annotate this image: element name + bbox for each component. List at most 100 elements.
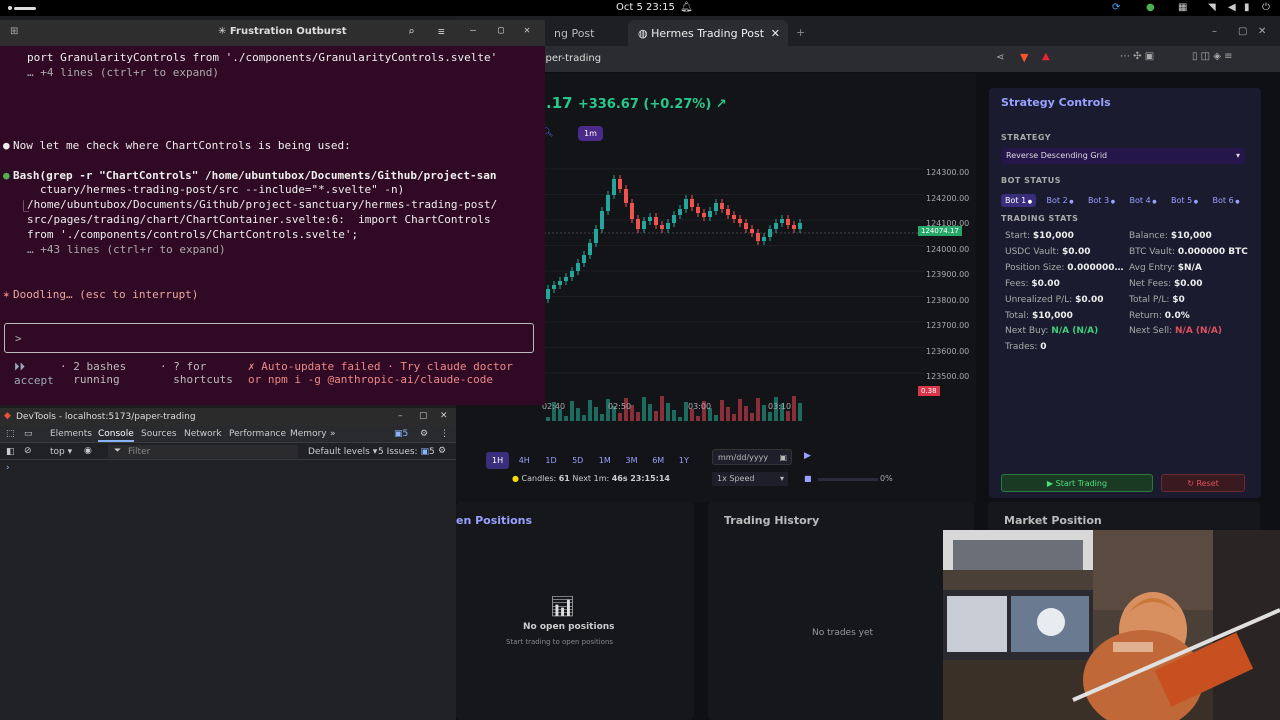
status-dot-icon: ● [512, 474, 519, 483]
clear-console-icon[interactable]: ⊘ [24, 446, 32, 456]
terminal-window[interactable]: ⊞ ✳ Frustration Outburst ⌕ ≡ – ▢ ✕ port … [0, 20, 545, 405]
timeframe-button[interactable]: 3M [620, 452, 644, 469]
volume-bar [654, 411, 658, 421]
speed-select[interactable]: 1x Speed ▾ [712, 472, 788, 486]
volume-bar [564, 416, 568, 421]
bot-tab[interactable]: Bot 1 ● [1001, 194, 1037, 207]
bot-tab[interactable]: Bot 5 ● [1167, 194, 1202, 207]
tray-grid-icon[interactable]: ▦ [1178, 2, 1187, 13]
devtools-tab[interactable]: Console [98, 429, 134, 442]
stop-icon[interactable]: ■ [804, 474, 812, 483]
battery-icon[interactable]: ▮ [1244, 2, 1250, 13]
start-trading-button[interactable]: ▶ Start Trading [1001, 474, 1153, 492]
reset-button[interactable]: ↻ Reset [1161, 474, 1245, 492]
bot-tab[interactable]: Bot 2 ● [1043, 194, 1078, 207]
workspace-indicator[interactable] [14, 7, 36, 10]
prompt-input[interactable]: > [4, 323, 534, 353]
candle [564, 277, 568, 281]
workspace-dot[interactable] [8, 6, 12, 10]
settings-icon[interactable]: ⚙ [420, 429, 428, 439]
inspect-icon[interactable]: ⬚ [6, 429, 15, 439]
extensions-icon[interactable]: ⋯ ✣ ▣ [1120, 51, 1154, 62]
stat-row: BTC Vault: 0.000000 BTC [1129, 247, 1248, 257]
minimize-icon[interactable]: – [398, 411, 403, 421]
stat-value: $10,000 [1031, 310, 1073, 321]
timeframe-button[interactable]: 1M [593, 452, 617, 469]
candlestick-chart[interactable] [544, 159, 924, 429]
minimize-icon[interactable]: – [1212, 26, 1217, 37]
strategy-select[interactable]: Reverse Descending Grid ▾ [1001, 148, 1245, 164]
granularity-badge[interactable]: 1m [578, 126, 603, 141]
close-icon[interactable]: ✕ [440, 411, 448, 421]
devtools-tab[interactable]: Network [184, 429, 222, 439]
candles-count: 61 [558, 474, 570, 483]
volume-icon[interactable]: ◀ [1228, 2, 1236, 13]
device-icon[interactable]: ▭ [24, 429, 33, 439]
power-icon[interactable]: ⏻ [1262, 2, 1270, 13]
candle [582, 255, 586, 263]
eye-icon[interactable]: ◉ [84, 446, 92, 456]
timeframe-button[interactable]: 1Y [673, 452, 695, 469]
bell-icon[interactable]: 🔔︎ [680, 2, 693, 13]
menu-icon[interactable]: ≡ [438, 25, 445, 38]
timeframe-button[interactable]: 5D [566, 452, 589, 469]
volume-bar [582, 415, 586, 421]
error-badge[interactable]: ▣5 [394, 429, 408, 439]
devtools-window[interactable]: ◆ DevTools - localhost:5173/paper-tradin… [0, 408, 456, 720]
clock[interactable]: Oct 5 23:15 [616, 2, 675, 13]
maximize-icon[interactable]: ▢ [419, 411, 428, 421]
rewards-icon[interactable]: ▲ [1042, 51, 1050, 62]
timeframe-button[interactable]: 4H [513, 452, 536, 469]
more-tabs-icon[interactable]: » [330, 429, 336, 439]
filter-input[interactable]: ⏷ Filter [108, 445, 298, 458]
kebab-menu-icon[interactable]: ⋮ [440, 429, 449, 439]
volume-bar [660, 396, 664, 421]
devtools-tab[interactable]: Performance [229, 429, 286, 439]
chart-icon: 📊︎ [550, 594, 576, 618]
console-settings-icon[interactable]: ⚙ [438, 446, 446, 456]
address-bar[interactable]: localhost:5176/paper-trading ⋖ ▼ ▲ ⋯ ✣ ▣… [456, 46, 1280, 72]
close-icon[interactable]: ✕ [524, 25, 530, 36]
issues-counter[interactable]: 5 Issues: ▣5 [378, 447, 435, 457]
bot-label: Bot 3 [1088, 196, 1110, 205]
tab-previous[interactable]: ng Post [544, 20, 624, 46]
minimize-icon[interactable]: – [470, 25, 476, 36]
issue-icon: ▣ [420, 447, 429, 457]
candle [612, 179, 616, 195]
play-icon[interactable]: ▶ [804, 451, 811, 461]
devtools-tab[interactable]: Sources [141, 429, 177, 439]
search-icon[interactable]: ⌕ [408, 25, 415, 38]
terminal-line: … +4 lines (ctrl+r to expand) [27, 66, 220, 79]
timeframe-button[interactable]: 1H [486, 452, 510, 469]
context-select[interactable]: top ▾ [50, 447, 72, 457]
console-prompt-icon[interactable]: › [6, 463, 10, 473]
tab-hermes[interactable]: ◍ Hermes Trading Post ✕ [628, 20, 788, 46]
bot-tab[interactable]: Bot 4 ● [1126, 194, 1161, 207]
timeframe-button[interactable]: 6M [646, 452, 670, 469]
bot-tab[interactable]: Bot 3 ● [1084, 194, 1119, 207]
devtools-tab[interactable]: Elements [50, 429, 92, 439]
sync-icon[interactable]: ⟳ [1112, 2, 1120, 13]
brave-shield-icon[interactable]: ▼ [1020, 51, 1028, 64]
terminal-tab-icon[interactable]: ⊞ [10, 26, 18, 37]
bot-tab[interactable]: Bot 6 ● [1209, 194, 1244, 207]
share-icon[interactable]: ⋖ [996, 52, 1004, 63]
devtools-tab[interactable]: Memory [290, 429, 327, 439]
date-input[interactable]: mm/dd/yyyy ▣ [712, 449, 792, 465]
wifi-icon[interactable]: ◥ [1208, 2, 1216, 13]
sidebar-toggle-icon[interactable]: ◧ [6, 447, 15, 457]
tray-icon[interactable]: ● [1146, 2, 1155, 13]
devtools-titlebar: ◆ DevTools - localhost:5173/paper-tradin… [0, 408, 456, 426]
candle [684, 199, 688, 209]
tab-label: Hermes Trading Post [651, 27, 765, 40]
close-tab-icon[interactable]: ✕ [771, 27, 780, 40]
new-tab-icon[interactable]: + [796, 26, 805, 39]
log-levels-select[interactable]: Default levels ▾ [308, 447, 377, 457]
close-window-icon[interactable]: ✕ [1258, 26, 1266, 37]
timeframe-button[interactable]: 1D [539, 452, 562, 469]
stat-value: $0.00 [1062, 246, 1091, 257]
maximize-icon[interactable]: ▢ [1238, 26, 1247, 37]
maximize-icon[interactable]: ▢ [498, 25, 504, 36]
sidebar-icon[interactable]: ▯ ◫ ◈ ≡ [1192, 51, 1233, 62]
stat-value: 0 [1040, 342, 1047, 353]
